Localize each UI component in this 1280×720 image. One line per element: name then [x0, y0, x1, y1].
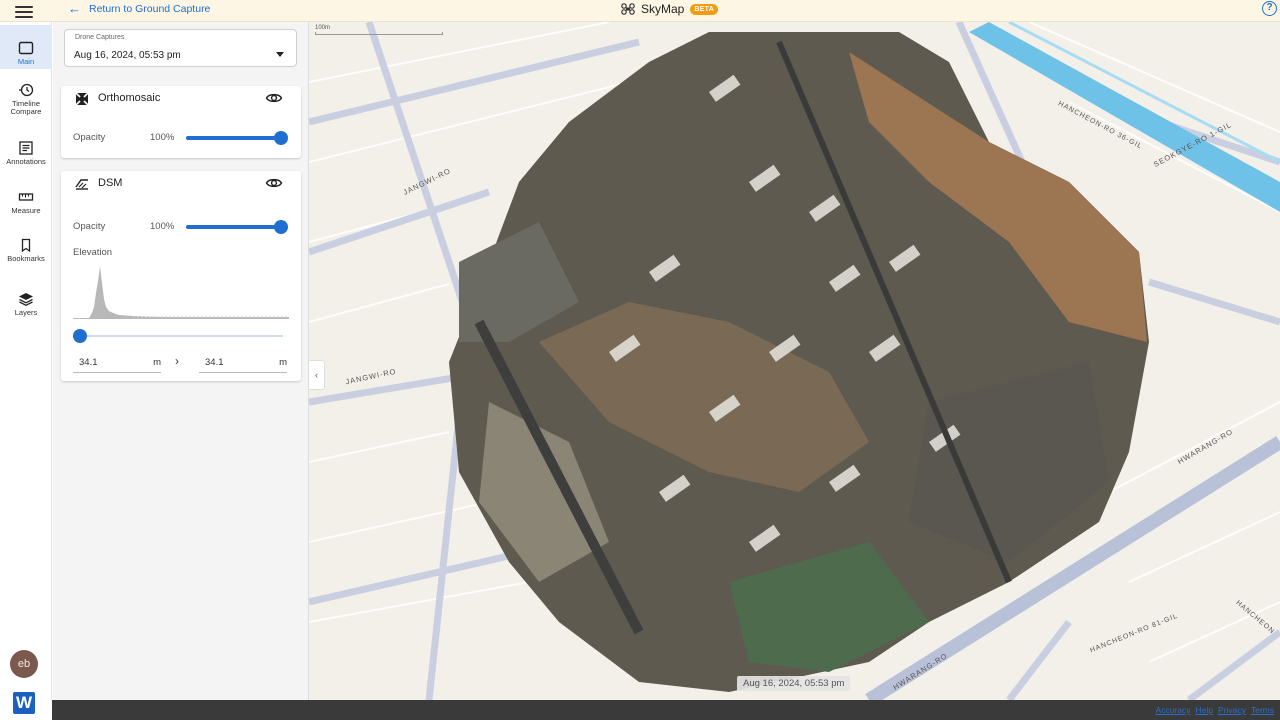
- elevation-range-slider[interactable]: [73, 329, 283, 343]
- elevation-histogram: [73, 266, 289, 319]
- rail-label-measure: Measure: [11, 206, 41, 215]
- dsm-visibility-eye-icon[interactable]: [265, 175, 283, 191]
- rail-label-timeline-compare: Timeline Compare: [10, 99, 42, 116]
- rail-label-layers: Layers: [14, 308, 38, 317]
- range-track: [73, 335, 283, 337]
- rail-item-layers[interactable]: Layers: [0, 291, 52, 317]
- dsm-opacity-slider[interactable]: [186, 220, 288, 234]
- range-min-thumb[interactable]: [73, 329, 87, 343]
- footer-link-privacy[interactable]: Privacy: [1218, 705, 1246, 715]
- ruler-icon: [18, 193, 34, 201]
- orthomosaic-opacity-value: 100%: [150, 132, 175, 143]
- dsm-opacity-value: 100%: [150, 221, 175, 232]
- capture-select-label: Drone Captures: [75, 34, 125, 41]
- map-canvas: [309, 22, 1280, 700]
- capture-select-value: Aug 16, 2024, 05:53 pm: [74, 50, 181, 61]
- layers-icon: [19, 293, 33, 307]
- rail-label-main: Main: [17, 57, 35, 66]
- orthomosaic-visibility-eye-icon[interactable]: [265, 90, 283, 106]
- beta-badge: BETA: [690, 3, 719, 15]
- help-icon[interactable]: ?: [1262, 1, 1277, 16]
- orthomosaic-opacity-slider[interactable]: [186, 131, 288, 145]
- bottom-bar: Accuracy Help Privacy Terms: [52, 700, 1280, 720]
- elevation-max-input[interactable]: 34.1 m: [199, 355, 287, 373]
- slider-track: [186, 136, 282, 140]
- top-header: ← Return to Ground Capture SkyMap BETA ?: [0, 0, 1280, 22]
- back-link-label: Return to Ground Capture: [89, 3, 211, 15]
- map-scale-bar: [315, 32, 443, 35]
- elevation-max-unit: m: [279, 357, 287, 368]
- brand-logo: W: [13, 692, 35, 714]
- rail-item-bookmarks[interactable]: Bookmarks: [0, 237, 52, 263]
- arrow-left-icon: ←: [68, 1, 81, 16]
- caret-down-icon: [276, 52, 284, 57]
- slider-thumb[interactable]: [274, 131, 288, 145]
- return-to-ground-capture-link[interactable]: ← Return to Ground Capture: [68, 1, 211, 16]
- elevation-min-unit: m: [153, 357, 161, 368]
- left-navigation-rail: Main Timeline Compare Annotations Measur…: [0, 22, 52, 714]
- rail-item-measure[interactable]: Measure: [0, 189, 52, 215]
- dsm-opacity-label: Opacity: [73, 221, 106, 232]
- dsm-terrain-icon: [75, 179, 88, 190]
- clock-history-icon: [19, 83, 34, 97]
- drone-capture-select[interactable]: Drone Captures Aug 16, 2024, 05:53 pm: [64, 29, 297, 67]
- orthomosaic-card-header: Orthomosaic: [61, 86, 301, 112]
- slider-thumb[interactable]: [274, 220, 288, 234]
- footer-link-help[interactable]: Help: [1196, 705, 1213, 715]
- footer-links: Accuracy Help Privacy Terms: [1156, 705, 1274, 715]
- app-name: SkyMap: [641, 2, 685, 16]
- rail-label-bookmarks: Bookmarks: [7, 254, 45, 263]
- orthomosaic-title: Orthomosaic: [98, 92, 161, 104]
- layer-panel: Drone Captures Aug 16, 2024, 05:53 pm Or…: [53, 22, 309, 700]
- orthomosaic-opacity-label: Opacity: [73, 132, 106, 143]
- collapse-panel-button[interactable]: ‹: [309, 360, 325, 390]
- chevron-right-icon: ›: [175, 354, 179, 368]
- app-brand: SkyMap BETA: [621, 2, 719, 16]
- elevation-label: Elevation: [73, 247, 113, 258]
- user-avatar[interactable]: eb: [10, 650, 38, 678]
- dsm-title: DSM: [98, 177, 123, 189]
- elevation-min-value: 34.1: [79, 357, 98, 368]
- rail-label-annotations: Annotations: [6, 157, 46, 166]
- square-icon: [18, 41, 34, 55]
- orthomosaic-icon: [75, 92, 89, 106]
- rail-item-timeline-compare[interactable]: Timeline Compare: [0, 82, 52, 118]
- map-scale-label: 100m: [315, 25, 331, 31]
- rail-item-main[interactable]: Main: [0, 25, 52, 69]
- slider-track: [186, 225, 282, 229]
- list-doc-icon: [19, 141, 33, 155]
- drone-icon: [621, 3, 635, 15]
- dsm-card-header: DSM: [61, 171, 301, 197]
- bookmark-icon: [21, 238, 31, 253]
- orthomosaic-layer-card: Orthomosaic Opacity 100%: [61, 86, 301, 158]
- dsm-layer-card: DSM Opacity 100% Elevation 34.1 m › 34.1: [61, 171, 301, 381]
- footer-link-accuracy[interactable]: Accuracy: [1156, 705, 1191, 715]
- map-view[interactable]: 100m JANGWI-RO JANGWI-RO HWARANG-RO HWAR…: [309, 22, 1280, 700]
- map-capture-date-chip: Aug 16, 2024, 05:53 pm: [737, 676, 851, 691]
- hamburger-menu-icon[interactable]: [14, 3, 34, 19]
- footer-link-terms[interactable]: Terms: [1251, 705, 1274, 715]
- elevation-min-input[interactable]: 34.1 m: [73, 355, 161, 373]
- rail-item-annotations[interactable]: Annotations: [0, 140, 52, 166]
- elevation-max-value: 34.1: [205, 357, 224, 368]
